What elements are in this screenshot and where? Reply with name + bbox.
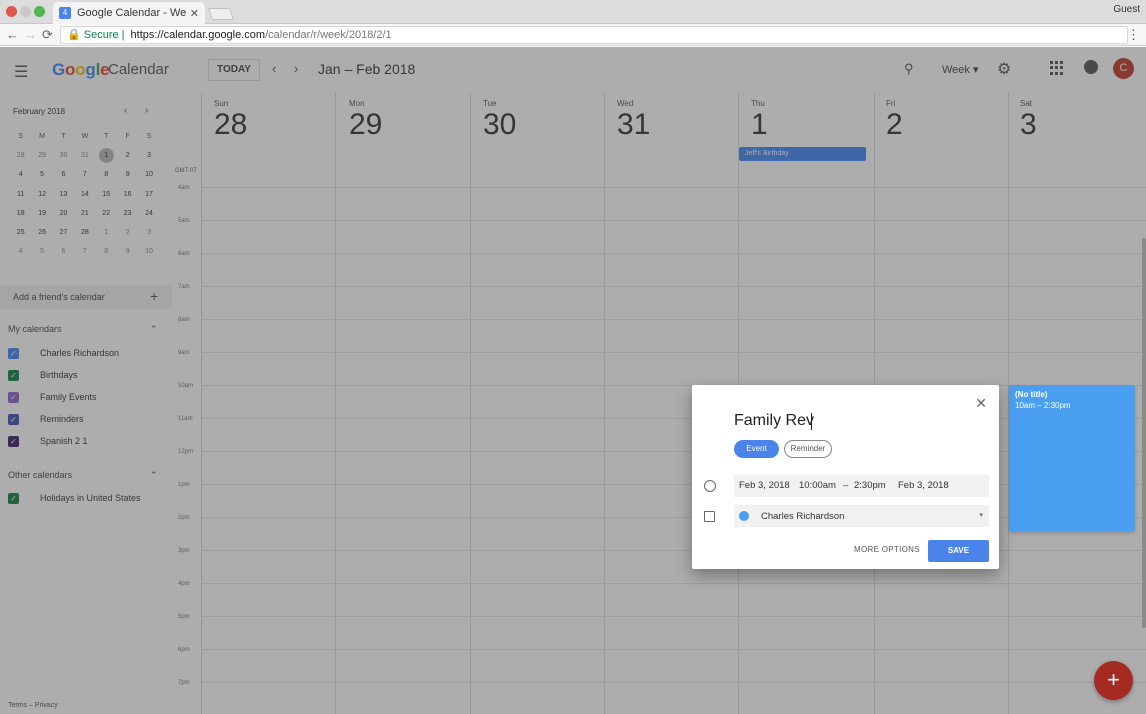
- draft-event-title: (No title): [1015, 390, 1048, 399]
- chevron-down-icon: ▾: [979, 512, 983, 519]
- quick-create-dialog: ✕ Event Reminder Feb 3, 2018 10:00am – 2…: [692, 385, 999, 569]
- event-type-tab[interactable]: Event: [734, 440, 779, 458]
- calendar-icon: [704, 511, 715, 522]
- draft-event-time: 10am – 2:30pm: [1015, 401, 1071, 410]
- window-zoom-button[interactable]: [34, 6, 45, 17]
- tab-close-icon[interactable]: ✕: [190, 7, 199, 20]
- calendar-color-dot: [739, 511, 749, 521]
- window-minimize-button[interactable]: [20, 6, 31, 17]
- clock-icon: [704, 480, 716, 492]
- browser-menu-icon[interactable]: ⋮: [1127, 27, 1140, 43]
- modal-overlay: [0, 47, 1146, 714]
- start-date-field[interactable]: Feb 3, 2018: [739, 475, 790, 497]
- reload-icon[interactable]: ⟳: [42, 27, 53, 43]
- close-icon[interactable]: ✕: [975, 395, 987, 412]
- start-time-field[interactable]: 10:00am: [799, 475, 836, 497]
- address-bar[interactable]: 🔒 Secure | https://calendar.google.com /…: [60, 26, 1128, 44]
- forward-arrow-icon[interactable]: →: [24, 27, 37, 42]
- draft-event[interactable]: (No title) 10am – 2:30pm: [1009, 385, 1135, 531]
- browser-tab[interactable]: 4 Google Calendar - Week of Jan ✕: [53, 2, 205, 24]
- end-time-field[interactable]: 2:30pm: [854, 475, 886, 497]
- guest-profile-label[interactable]: Guest: [1113, 4, 1140, 15]
- back-arrow-icon[interactable]: ←: [6, 27, 19, 42]
- secure-lock-label: 🔒 Secure |: [67, 29, 125, 41]
- url-path: /calendar/r/week/2018/2/1: [265, 29, 392, 41]
- url-host: https://calendar.google.com: [130, 29, 266, 41]
- time-dash: –: [843, 480, 849, 491]
- browser-titlebar: 4 Google Calendar - Week of Jan ✕ Guest: [0, 0, 1146, 24]
- scrollbar[interactable]: [1142, 238, 1146, 628]
- event-title-input[interactable]: [734, 412, 964, 430]
- browser-toolbar: ← → ⟳ 🔒 Secure | https://calendar.google…: [0, 24, 1146, 46]
- end-date-field[interactable]: Feb 3, 2018: [898, 475, 949, 497]
- datetime-row[interactable]: Feb 3, 2018 10:00am – 2:30pm Feb 3, 2018: [734, 475, 989, 497]
- reminder-type-tab[interactable]: Reminder: [784, 440, 832, 458]
- save-button[interactable]: SAVE: [928, 540, 989, 562]
- calendar-select-value: Charles Richardson: [761, 511, 845, 522]
- more-options-button[interactable]: MORE OPTIONS: [854, 545, 920, 554]
- create-event-fab[interactable]: +: [1094, 661, 1133, 700]
- new-tab-button[interactable]: [207, 8, 235, 20]
- window-close-button[interactable]: [6, 6, 17, 17]
- text-cursor: [811, 413, 812, 430]
- calendar-select[interactable]: Charles Richardson ▾: [734, 505, 989, 527]
- calendar-favicon-icon: 4: [59, 7, 71, 19]
- tab-title: Google Calendar - Week of Jan: [77, 7, 186, 19]
